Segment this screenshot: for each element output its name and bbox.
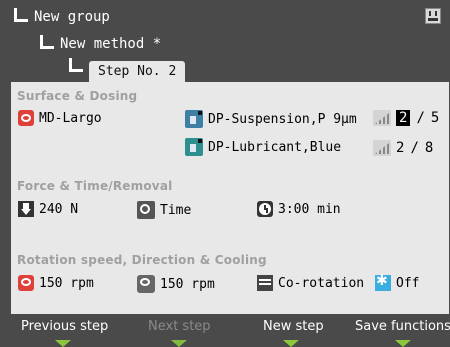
step-tab-label: Step No. 2 <box>89 61 186 82</box>
section-title-force: Force & Time/Removal <box>17 179 173 193</box>
step-settings-panel: Surface & Dosing MD-Largo DP-Suspension,… <box>11 82 449 314</box>
lubricant-label: DP-Lubricant,Blue <box>208 139 342 155</box>
method-label: New method * <box>60 36 162 52</box>
tree-item-group[interactable]: New group <box>14 8 110 26</box>
dosing-level-icon <box>373 140 391 156</box>
lubricant-level-max: 8 <box>424 140 434 156</box>
softkey-indicator-icon <box>283 340 299 347</box>
disc-speed-value: 150 rpm <box>39 275 94 291</box>
tree-elbow-icon <box>40 35 54 49</box>
lubricant-selector[interactable]: DP-Lubricant,Blue <box>185 138 341 156</box>
mode-label: Time <box>160 202 192 218</box>
level-separator: / <box>410 140 419 156</box>
suspension-dosing-level[interactable]: 2 / 5 <box>373 110 439 126</box>
cooling-field[interactable]: Off <box>375 273 420 291</box>
softkey-indicator-icon <box>55 340 71 347</box>
save-functions-button[interactable]: Save functions <box>355 319 450 334</box>
softkey-bar: Previous step Next step New step Save fu… <box>0 316 450 347</box>
tree-elbow-icon <box>69 58 83 72</box>
suspension-label: DP-Suspension,P 9µm <box>208 111 357 127</box>
force-field[interactable]: 240 N <box>18 201 78 217</box>
lubricant-bottle-icon <box>185 138 203 156</box>
surface-label: MD-Largo <box>39 110 102 126</box>
method-editor-screen: New group New method * Step No. 2 Surfac… <box>0 0 450 347</box>
tree-item-method[interactable]: New method * <box>40 35 161 53</box>
time-field[interactable]: 3:00 min <box>257 201 341 217</box>
new-step-button[interactable]: New step <box>263 319 324 334</box>
force-value: 240 N <box>39 201 79 217</box>
force-down-arrow-icon <box>18 201 34 217</box>
time-value: 3:00 min <box>278 201 341 217</box>
tree-elbow-icon <box>14 8 28 22</box>
dosing-level-icon <box>373 110 391 126</box>
level-separator: / <box>416 110 425 126</box>
head-speed-value: 150 rpm <box>160 276 215 292</box>
previous-step-button[interactable]: Previous step <box>21 319 108 334</box>
lubricant-dosing-level[interactable]: 2 / 8 <box>373 140 433 156</box>
tab-step[interactable]: Step No. 2 <box>69 58 186 82</box>
softkey-indicator-icon <box>171 340 187 347</box>
softkey-indicator-icon <box>395 340 411 347</box>
co-rotation-icon <box>257 275 273 291</box>
removal-mode-field[interactable]: Time <box>137 201 191 219</box>
disc-rotation-icon <box>18 275 34 291</box>
suspension-selector[interactable]: DP-Suspension,P 9µm <box>185 110 357 128</box>
disc-speed-field[interactable]: 150 rpm <box>18 275 94 291</box>
suspension-level-value: 2 <box>396 110 411 126</box>
head-speed-field[interactable]: 150 rpm <box>137 275 215 293</box>
next-step-button[interactable]: Next step <box>148 319 211 334</box>
direction-value: Co-rotation <box>278 275 365 291</box>
group-label: New group <box>34 9 110 25</box>
holder-rotation-icon <box>137 275 155 293</box>
clock-icon <box>257 201 273 217</box>
save-to-card-icon[interactable] <box>425 8 441 24</box>
cooling-value: Off <box>396 275 420 291</box>
section-title-rotation: Rotation speed, Direction & Cooling <box>17 253 267 267</box>
suspension-bottle-icon <box>185 110 203 128</box>
suspension-level-max: 5 <box>430 110 440 126</box>
cooling-snowflake-icon <box>375 273 391 291</box>
section-title-surface: Surface & Dosing <box>17 89 138 103</box>
direction-field[interactable]: Co-rotation <box>257 275 364 291</box>
surface-selector[interactable]: MD-Largo <box>18 110 102 126</box>
lubricant-level-value: 2 <box>396 140 405 156</box>
preparation-disc-icon <box>18 110 34 126</box>
time-mode-icon <box>137 201 155 219</box>
